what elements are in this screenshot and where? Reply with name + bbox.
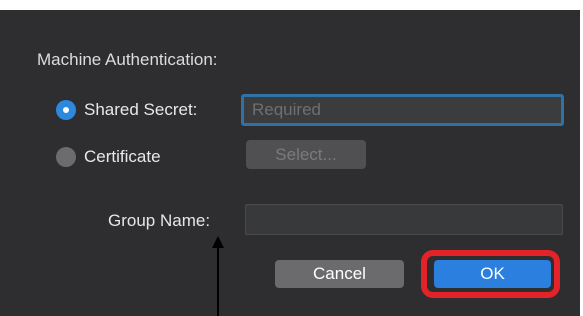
arrow-up-annotation-icon — [212, 236, 224, 316]
shared-secret-input[interactable] — [241, 94, 564, 126]
radio-selected-icon[interactable] — [56, 100, 76, 120]
certificate-option[interactable]: Certificate — [56, 147, 161, 167]
ok-button[interactable]: OK — [434, 260, 551, 288]
cancel-button[interactable]: Cancel — [275, 260, 404, 288]
select-certificate-button[interactable]: Select... — [246, 140, 366, 169]
machine-authentication-title: Machine Authentication: — [37, 50, 218, 69]
screenshot-frame: Machine Authentication: Shared Secret: C… — [0, 0, 583, 316]
certificate-label: Certificate — [84, 147, 161, 166]
shared-secret-label: Shared Secret: — [84, 100, 198, 119]
group-name-label: Group Name: — [108, 211, 211, 230]
vpn-settings-dialog: Machine Authentication: Shared Secret: C… — [0, 10, 580, 316]
group-name-input[interactable] — [245, 204, 563, 235]
radio-unselected-icon[interactable] — [56, 147, 76, 167]
shared-secret-option[interactable]: Shared Secret: — [56, 100, 197, 120]
